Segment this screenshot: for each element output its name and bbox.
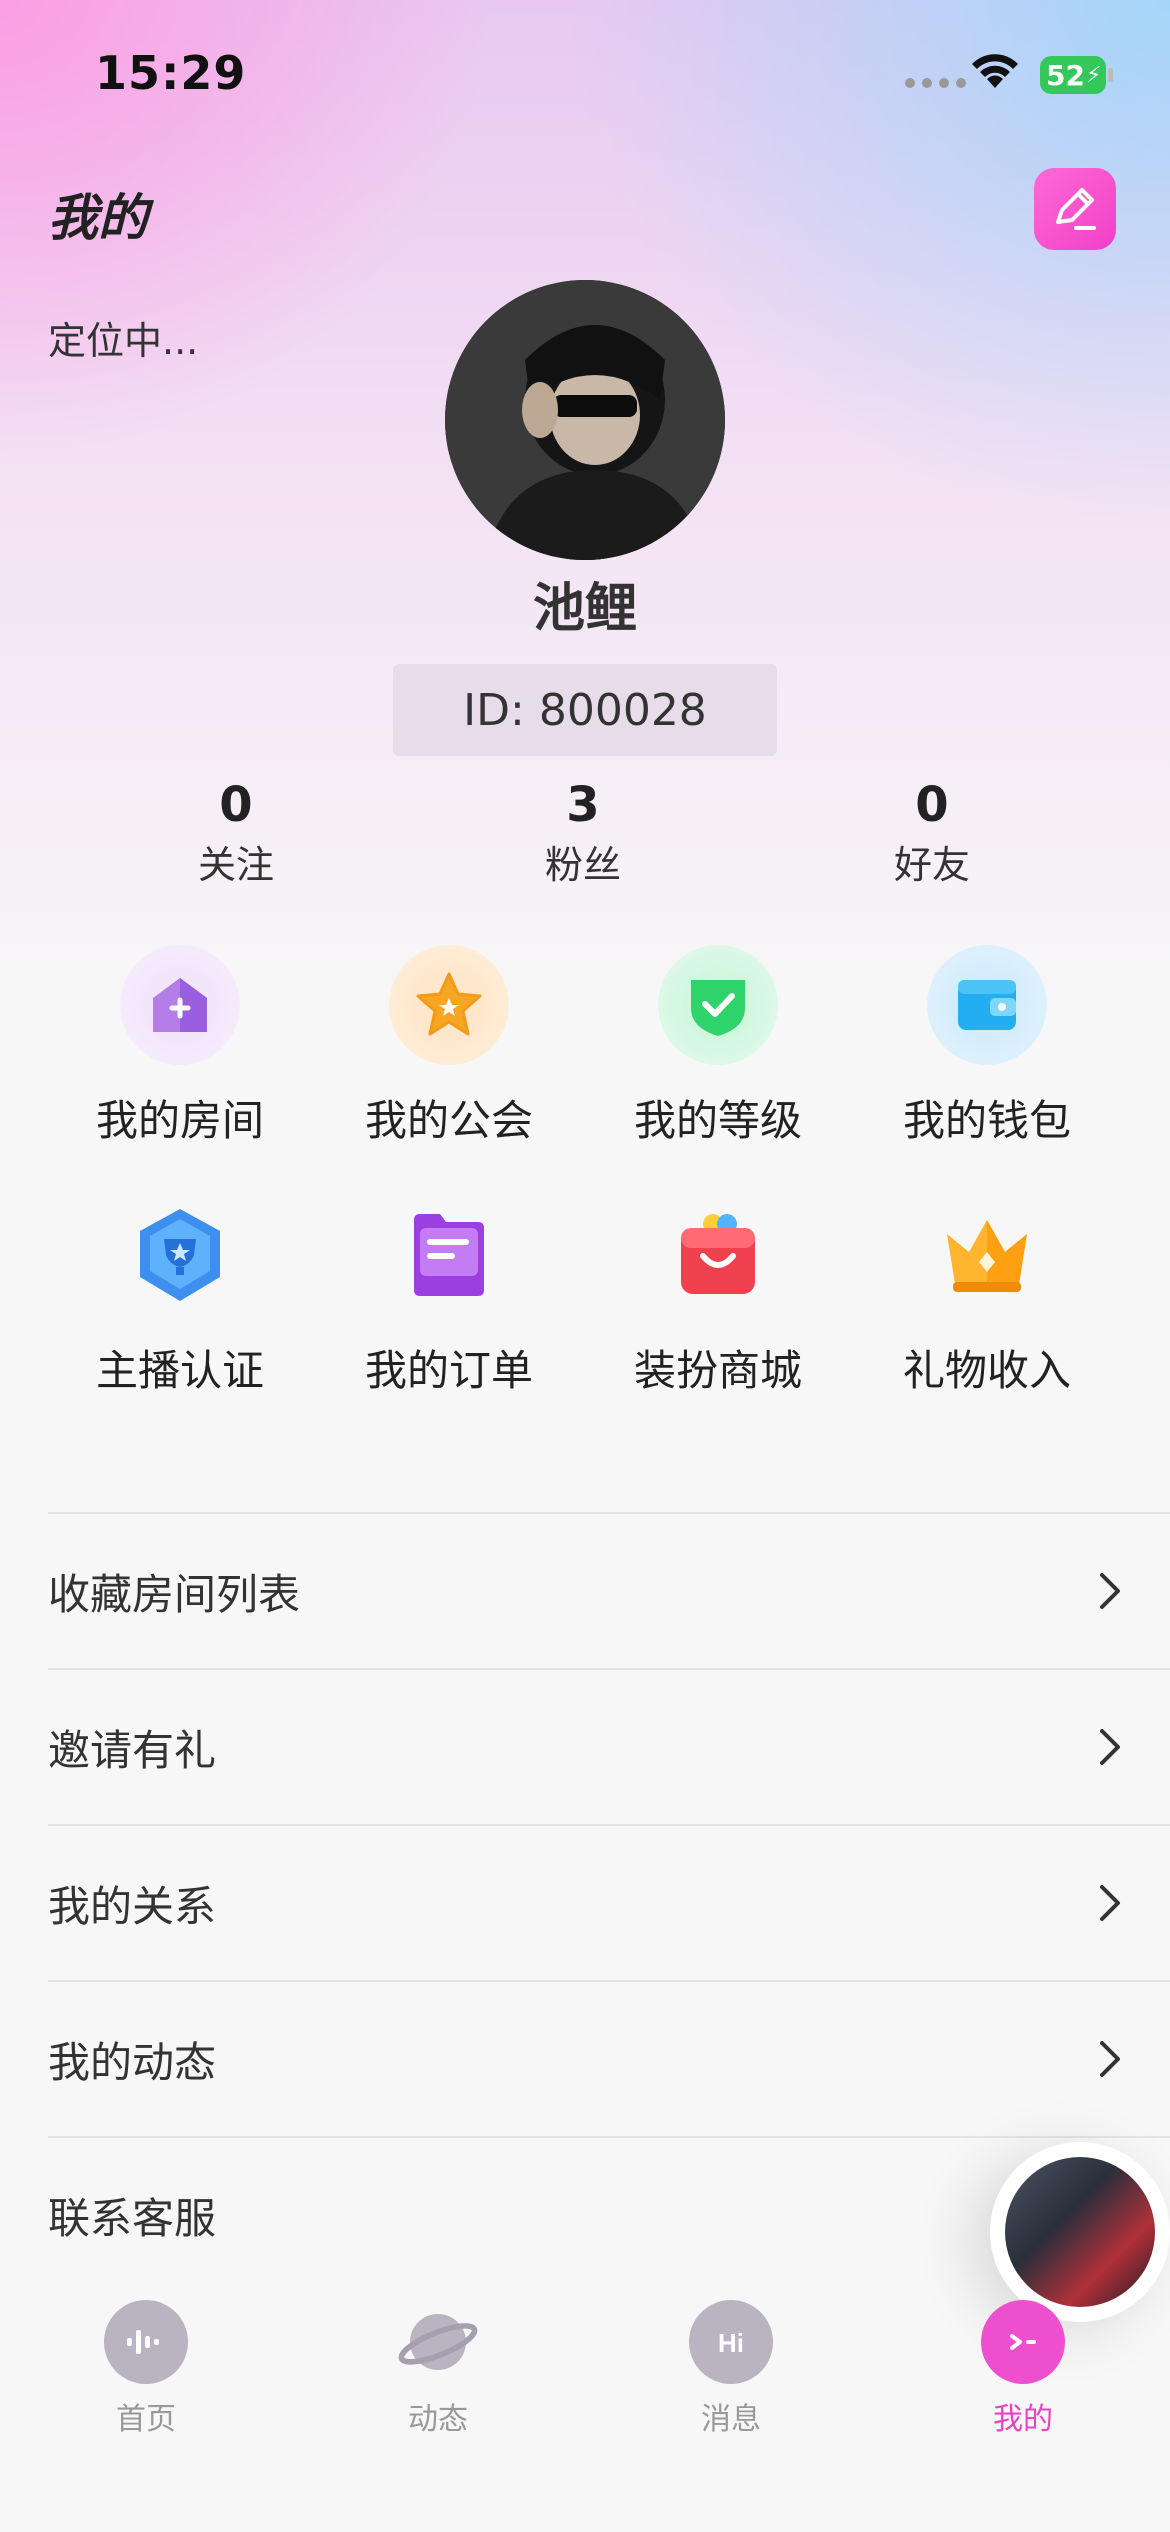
grid-label: 我的房间 — [95, 1096, 264, 1145]
grid-my-wallet[interactable]: 我的钱包 — [862, 945, 1112, 1148]
grid-label: 我的钱包 — [902, 1096, 1071, 1145]
tab-messages[interactable]: Hi 消息 — [631, 2300, 831, 2438]
stats-row: 0 关注 3 粉丝 0 好友 — [0, 775, 1170, 905]
battery-level: 52 — [1046, 58, 1085, 92]
menu-item-invite[interactable]: 邀请有礼 — [48, 1668, 1170, 1824]
stat-followers[interactable]: 3 粉丝 — [483, 775, 683, 895]
grid-label: 我的公会 — [364, 1096, 533, 1145]
chevron-right-icon — [1100, 1885, 1120, 1921]
grid-label: 主播认证 — [95, 1346, 264, 1395]
menu-item-label: 收藏房间列表 — [48, 1569, 301, 1619]
grid-my-orders[interactable]: 我的订单 — [324, 1195, 574, 1398]
grid-my-room[interactable]: 我的房间 — [55, 945, 305, 1148]
menu-item-label: 我的动态 — [48, 2037, 217, 2087]
home-voice-icon — [104, 2300, 188, 2384]
tab-label: 消息 — [701, 2402, 761, 2437]
stat-friends[interactable]: 0 好友 — [832, 775, 1032, 895]
avatar[interactable] — [445, 280, 725, 560]
floating-avatar-image — [1005, 2157, 1155, 2307]
grid-anchor-certification[interactable]: 主播认证 — [55, 1195, 305, 1398]
page-title: 我的 — [48, 189, 148, 247]
tab-moments[interactable]: 动态 — [338, 2300, 538, 2438]
tab-label: 首页 — [116, 2402, 176, 2437]
grid-my-level[interactable]: 我的等级 — [593, 945, 843, 1148]
wifi-icon — [968, 48, 1022, 94]
grid-label: 礼物收入 — [902, 1346, 1071, 1395]
svg-text:Hi: Hi — [718, 2328, 744, 2358]
menu-item-my-posts[interactable]: 我的动态 — [48, 1980, 1170, 2136]
anchor-badge-icon — [120, 1195, 240, 1315]
star-guild-icon — [389, 945, 509, 1065]
wallet-icon — [927, 945, 1047, 1065]
status-time: 15:29 — [95, 46, 247, 100]
level-shield-icon — [658, 945, 778, 1065]
stat-value: 3 — [566, 777, 600, 833]
stat-value: 0 — [915, 777, 949, 833]
chevron-right-icon — [1100, 2041, 1120, 2077]
chevron-right-icon — [1100, 1573, 1120, 1609]
tab-home[interactable]: 首页 — [46, 2300, 246, 2438]
stat-label: 粉丝 — [544, 843, 621, 887]
menu-item-relations[interactable]: 我的关系 — [48, 1824, 1170, 1980]
location-text[interactable]: 定位中... — [48, 310, 198, 365]
stat-label: 好友 — [893, 843, 970, 887]
tab-label: 我的 — [993, 2402, 1053, 2437]
profile-face-icon — [981, 2300, 1065, 2384]
cellular-signal-icon — [905, 78, 966, 88]
tab-label: 动态 — [408, 2402, 468, 2437]
stat-value: 0 — [219, 777, 253, 833]
edit-profile-button[interactable] — [1034, 168, 1116, 250]
tab-profile[interactable]: 我的 — [923, 2300, 1123, 2438]
bottom-tab-bar: 首页 动态 Hi 消息 我的 — [0, 2290, 1170, 2532]
status-bar: 15:29 52 ⚡ — [0, 0, 1170, 140]
user-id-badge[interactable]: ID: 800028 — [393, 664, 777, 756]
menu-item-favorite-rooms[interactable]: 收藏房间列表 — [48, 1512, 1170, 1668]
crown-icon — [927, 1195, 1047, 1315]
edit-icon — [1056, 188, 1096, 230]
shop-bag-icon — [658, 1195, 778, 1315]
grid-label: 我的等级 — [633, 1096, 802, 1145]
grid-label: 装扮商城 — [633, 1346, 802, 1395]
planet-icon — [396, 2300, 480, 2384]
menu-item-label: 我的关系 — [48, 1881, 217, 1931]
room-icon — [120, 945, 240, 1065]
stat-following[interactable]: 0 关注 — [136, 775, 336, 895]
battery-icon: 52 ⚡ — [1040, 56, 1106, 94]
grid-gift-income[interactable]: 礼物收入 — [862, 1195, 1112, 1398]
order-icon — [389, 1195, 509, 1315]
nickname: 池鲤 — [532, 579, 637, 639]
settings-menu-list: 收藏房间列表 邀请有礼 我的关系 我的动态 联系客服 — [48, 1512, 1170, 2292]
grid-label: 我的订单 — [364, 1346, 533, 1395]
grid-dress-up-mall[interactable]: 装扮商城 — [593, 1195, 843, 1398]
menu-item-label: 邀请有礼 — [48, 1725, 217, 1775]
menu-item-label: 联系客服 — [48, 2193, 217, 2243]
battery-cap — [1108, 68, 1113, 82]
message-hi-icon: Hi — [689, 2300, 773, 2384]
grid-my-guild[interactable]: 我的公会 — [324, 945, 574, 1148]
chevron-right-icon — [1100, 1729, 1120, 1765]
stat-label: 关注 — [197, 843, 274, 887]
